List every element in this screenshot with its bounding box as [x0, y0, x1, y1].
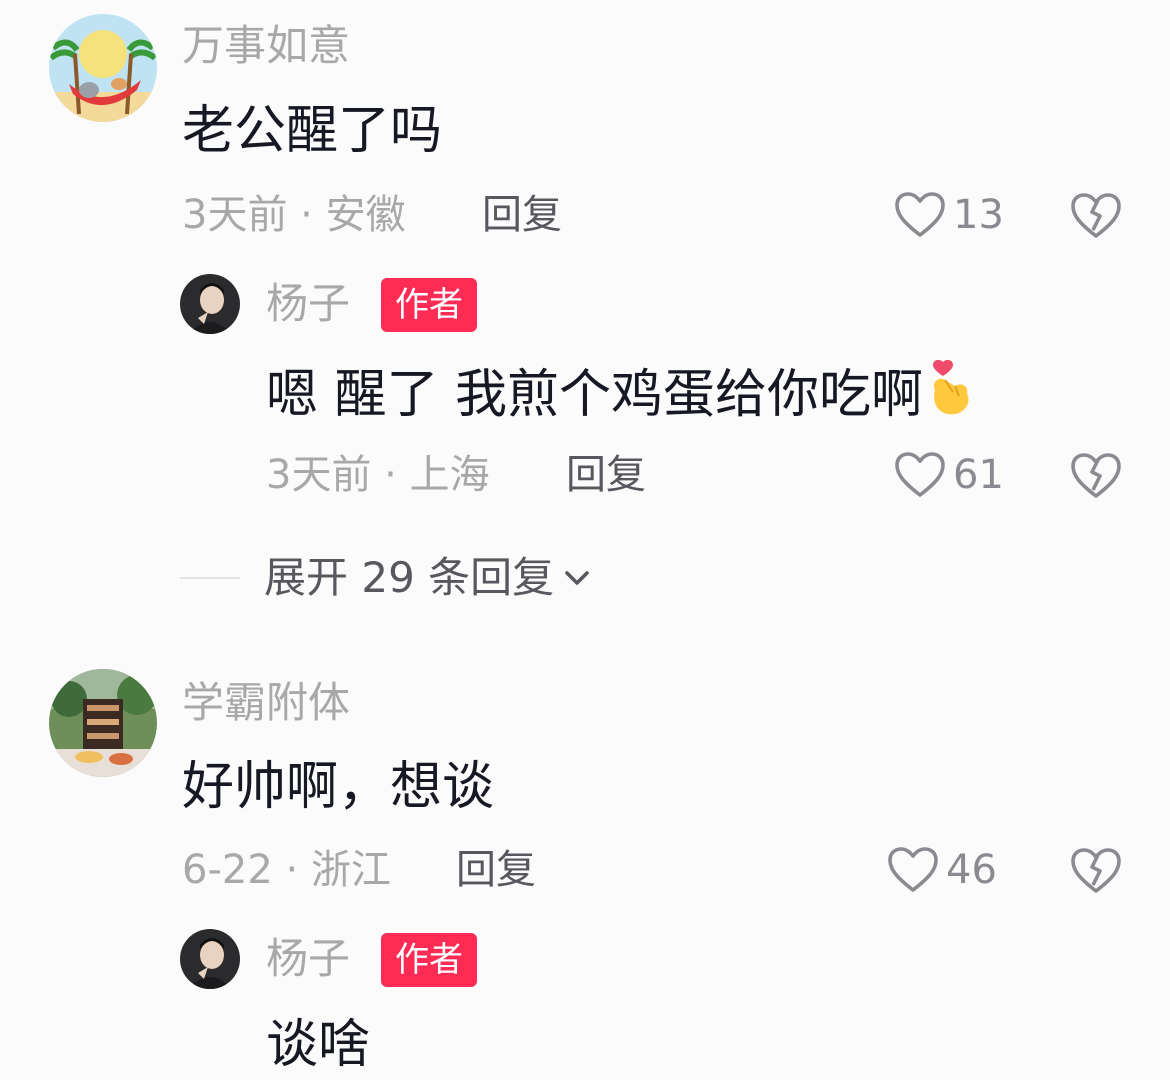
man-portrait-avatar[interactable] — [180, 929, 240, 989]
dislike-button[interactable] — [1069, 843, 1123, 897]
comment-time: 6-22 — [182, 847, 273, 893]
broken-heart-icon — [1071, 453, 1121, 498]
chevron-down-icon — [565, 571, 589, 585]
expand-divider — [180, 577, 240, 579]
author-badge: 作者 — [381, 933, 477, 987]
comment-meta: 3天前 · 安徽 — [182, 188, 406, 242]
garden-table-avatar[interactable] — [49, 669, 157, 777]
like-count: 46 — [946, 847, 997, 893]
dislike-button[interactable] — [1069, 188, 1123, 242]
reply-username[interactable]: 杨子 — [266, 931, 350, 987]
comment-text: 老公醒了吗 — [182, 101, 443, 161]
hammock-cartoon-avatar[interactable] — [49, 14, 157, 122]
comment-location: 浙江 — [310, 847, 391, 893]
expand-replies-button[interactable]: 展开 29 条回复 — [264, 550, 594, 606]
like-button[interactable]: 46 — [886, 843, 997, 897]
reply-username[interactable]: 杨子 — [266, 276, 350, 332]
broken-heart-icon — [1071, 848, 1121, 893]
comment-username[interactable]: 万事如意 — [182, 18, 350, 74]
comment-time: 3天前 — [182, 192, 288, 238]
reply-meta: 3天前 · 上海 — [266, 448, 490, 502]
like-button[interactable]: 13 — [893, 188, 1004, 242]
reply-text: 谈啥 — [266, 1015, 371, 1075]
reply-text-content: 嗯 醒了 我煎个鸡蛋给你吃啊 — [266, 365, 924, 425]
comment-location: 安徽 — [325, 192, 406, 238]
heart-icon — [895, 192, 945, 237]
heart-icon — [895, 452, 945, 497]
expand-replies-label: 展开 29 条回复 — [264, 553, 555, 602]
reply-button[interactable]: 回复 — [482, 188, 562, 242]
like-button[interactable]: 61 — [893, 448, 1004, 502]
meta-separator: · — [287, 192, 326, 238]
meta-separator: · — [371, 452, 410, 498]
like-count: 61 — [953, 452, 1004, 498]
reply-text: 嗯 醒了 我煎个鸡蛋给你吃啊 — [266, 356, 975, 430]
heart-icon — [888, 847, 938, 892]
reply-button[interactable]: 回复 — [566, 448, 646, 502]
meta-separator: · — [272, 847, 311, 893]
reply-location: 上海 — [409, 452, 490, 498]
comment-text: 好帅啊，想谈 — [182, 757, 495, 817]
dislike-button[interactable] — [1069, 448, 1123, 502]
comment-meta: 6-22 · 浙江 — [182, 843, 391, 897]
like-count: 13 — [953, 192, 1004, 238]
author-badge: 作者 — [381, 278, 477, 332]
reply-time: 3天前 — [266, 452, 372, 498]
reply-button[interactable]: 回复 — [456, 843, 536, 897]
finger-heart-emoji — [933, 359, 969, 415]
comment-username[interactable]: 学霸附体 — [182, 675, 350, 731]
man-portrait-avatar[interactable] — [180, 274, 240, 334]
broken-heart-icon — [1071, 193, 1121, 238]
